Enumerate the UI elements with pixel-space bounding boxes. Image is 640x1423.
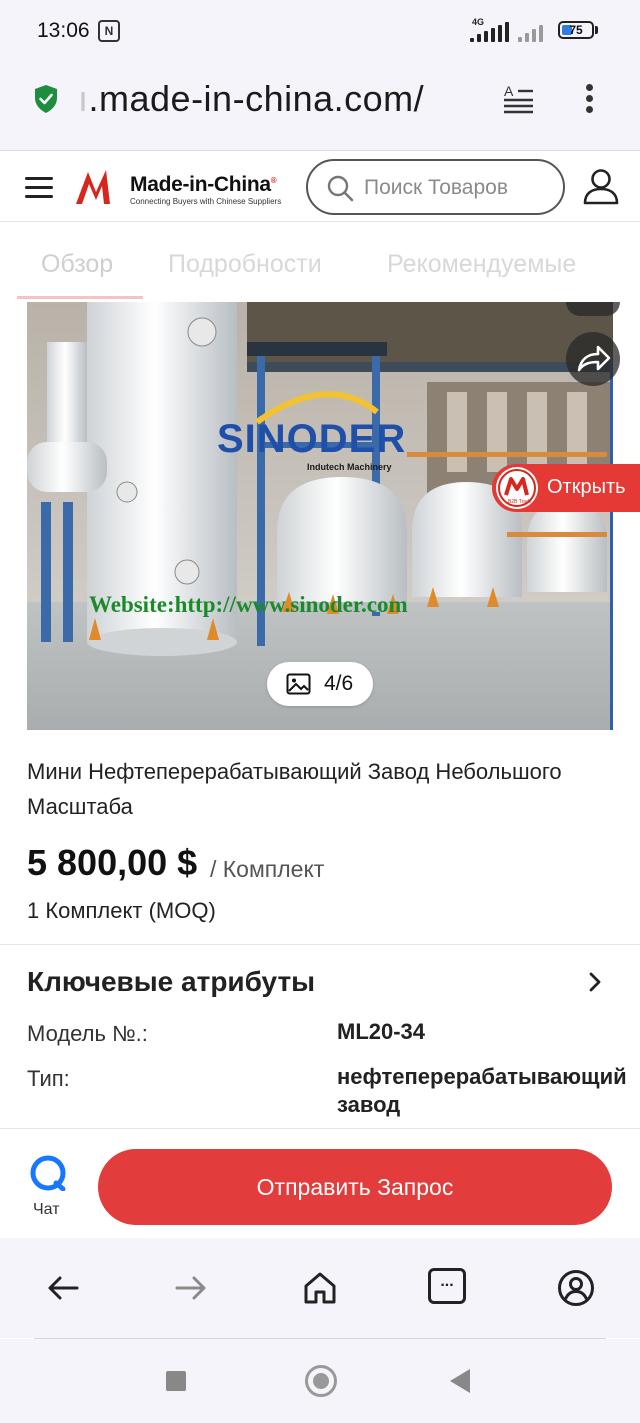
app-logo-sub: B2B Trade [508, 499, 532, 505]
forward-arrow-icon[interactable] [171, 1268, 211, 1308]
divider [0, 944, 640, 945]
browser-url-bar: ı.made-in-china.com/ A [0, 62, 640, 150]
favorite-button-partial[interactable] [566, 302, 620, 316]
price-unit: / Комплект [210, 856, 325, 882]
system-navigation-bar [0, 1339, 640, 1423]
image-counter[interactable]: 4/6 [267, 662, 373, 706]
open-in-app-label: Открыть [547, 476, 626, 498]
browser-menu-icon[interactable] [578, 82, 602, 116]
logo-text[interactable]: Made-in-China® [130, 173, 277, 197]
svg-text:A: A [504, 83, 514, 99]
home-icon[interactable] [300, 1268, 340, 1308]
chat-icon[interactable] [30, 1155, 66, 1191]
minimum-order-quantity: 1 Комплект (MOQ) [27, 898, 216, 923]
attribute-value-model: ML20-34 [337, 1019, 426, 1044]
hamburger-menu-icon[interactable] [25, 177, 53, 199]
product-title: Мини Нефтеперерабатывающий Завод Небольш… [27, 759, 562, 819]
signal-icon [470, 22, 512, 42]
search-placeholder: Поиск Товаров [364, 176, 509, 199]
reader-mode-icon[interactable]: A [500, 82, 536, 114]
system-back-button[interactable] [450, 1369, 470, 1393]
profile-icon[interactable] [556, 1268, 596, 1308]
product-price: 5 800,00 $ [27, 842, 198, 883]
tabs-count: ... [440, 1273, 454, 1290]
tab-overview[interactable]: Обзор [41, 250, 113, 279]
recent-apps-button[interactable] [166, 1371, 186, 1391]
tab-recommended[interactable]: Рекомендуемые [387, 250, 576, 279]
share-button[interactable] [566, 332, 620, 386]
shield-check-icon[interactable] [33, 84, 59, 114]
chevron-right-icon[interactable] [584, 970, 606, 994]
nfc-icon: N [98, 20, 120, 42]
search-icon [327, 175, 354, 202]
url-prefix: ı [78, 78, 89, 119]
system-home-button[interactable] [305, 1365, 337, 1397]
image-icon [286, 673, 311, 695]
watermark-sub: Indutech Machinery [307, 462, 392, 472]
signal-sim2-icon [518, 22, 550, 42]
browser-navigation-bar: ... [0, 1238, 640, 1338]
status-time: 13:06 [37, 19, 90, 42]
back-arrow-icon[interactable] [43, 1268, 83, 1308]
battery-icon: 75 [558, 21, 594, 39]
key-attributes-title[interactable]: Ключевые атрибуты [27, 966, 315, 998]
attribute-label-type: Тип: [27, 1066, 70, 1091]
product-action-bar: Чат Отправить Запрос [0, 1128, 640, 1238]
tabs-overview-icon[interactable]: ... [428, 1268, 466, 1304]
attribute-value-type: нефтеперерабатывающий завод [337, 1064, 627, 1117]
made-in-china-logo-icon[interactable] [74, 166, 130, 206]
status-bar: 13:06 N 4G 75 [0, 0, 640, 62]
send-inquiry-button[interactable]: Отправить Запрос [98, 1149, 612, 1225]
site-header: Made-in-China® Connecting Buyers with Ch… [0, 150, 640, 222]
battery-level: 75 [569, 23, 583, 37]
product-tabs: Обзор Подробности Рекомендуемые [0, 222, 640, 302]
attribute-label-model: Модель №.: [27, 1021, 148, 1046]
search-input[interactable]: Поиск Товаров [306, 159, 565, 215]
tab-active-indicator [17, 296, 143, 299]
url-field[interactable]: ı.made-in-china.com/ [78, 78, 424, 120]
open-in-app-button[interactable]: B2B Trade Открыть [492, 464, 640, 512]
logo-tagline: Connecting Buyers with Chinese Suppliers [130, 197, 282, 206]
app-logo-icon: B2B Trade [496, 467, 538, 509]
image-counter-text: 4/6 [324, 672, 354, 695]
registered-mark: ® [270, 176, 277, 185]
url-domain: .made-in-china.com/ [88, 78, 425, 119]
tab-details[interactable]: Подробности [168, 250, 322, 279]
watermark-website: Website:http://www.sinoder.com [89, 592, 408, 617]
chat-label[interactable]: Чат [33, 1201, 60, 1219]
user-account-icon[interactable] [582, 167, 620, 205]
share-icon [577, 345, 611, 372]
watermark-brand: SINODER [217, 417, 406, 461]
